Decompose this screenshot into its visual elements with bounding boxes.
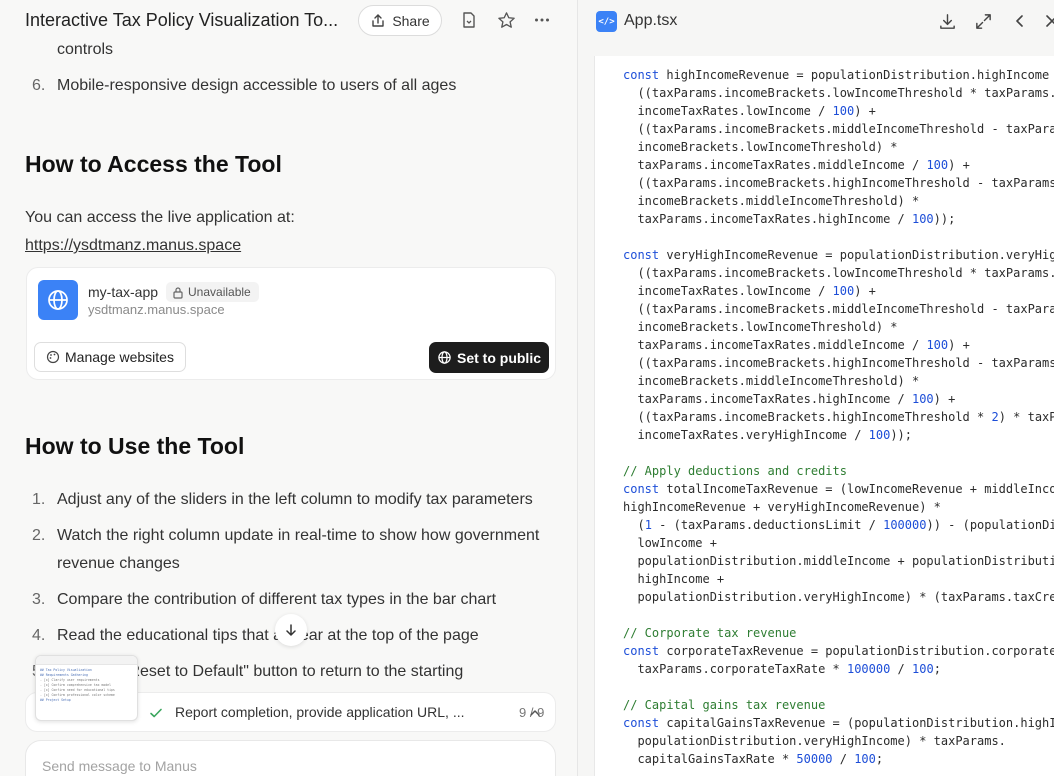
- code-line: ((taxParams.incomeBrackets.highIncomeThr…: [623, 410, 1054, 424]
- list-number: 6.: [32, 77, 46, 94]
- task-text: Report completion, provide application U…: [175, 704, 465, 720]
- expand-icon[interactable]: [974, 12, 993, 31]
- list-item: Mobile-responsive design accessible to u…: [57, 77, 457, 94]
- code-line: capitalGainsTaxRate * 50000 / 100;: [623, 752, 884, 766]
- code-line: const totalIncomeTaxRevenue = (lowIncome…: [623, 482, 1054, 496]
- code-line: const highIncomeRevenue = populationDist…: [623, 68, 1054, 82]
- code-line: incomeBrackets.lowIncomeThreshold) *: [623, 320, 898, 334]
- code-line: incomeBrackets.middleIncomeThreshold) *: [623, 194, 920, 208]
- list-number: 2.: [32, 527, 46, 544]
- code-line: taxParams.incomeTaxRates.highIncome / 10…: [623, 392, 956, 406]
- chat-panel: Interactive Tax Policy Visualization To.…: [0, 0, 577, 776]
- more-options-icon[interactable]: [532, 10, 552, 30]
- list-number: 1.: [32, 491, 46, 508]
- globe-icon: [438, 351, 451, 364]
- code-line: taxParams.incomeTaxRates.middleIncome / …: [623, 158, 970, 172]
- close-icon[interactable]: [1044, 13, 1054, 29]
- code-editor[interactable]: const highIncomeRevenue = populationDist…: [594, 56, 1054, 776]
- star-icon[interactable]: [496, 10, 516, 30]
- code-line: incomeBrackets.middleIncomeThreshold) *: [623, 374, 920, 388]
- set-to-public-button[interactable]: Set to public: [429, 342, 549, 373]
- palette-icon: [46, 350, 60, 364]
- file-name: App.tsx: [624, 12, 678, 29]
- status-badge: Unavailable: [166, 282, 259, 302]
- code-line: (1 - (taxParams.deductionsLimit / 100000…: [623, 518, 1054, 532]
- share-button[interactable]: Share: [358, 5, 442, 36]
- site-domain: ysdtmanz.manus.space: [88, 302, 225, 317]
- share-icon: [372, 13, 385, 27]
- manage-websites-button[interactable]: Manage websites: [34, 342, 186, 372]
- code-line: highIncomeRevenue + veryHighIncomeRevenu…: [623, 500, 941, 514]
- code-line: lowIncome +: [623, 536, 717, 550]
- file-reference-icon[interactable]: [459, 10, 479, 30]
- code-line: ((taxParams.incomeBrackets.highIncomeThr…: [623, 176, 1054, 190]
- code-line: taxParams.incomeTaxRates.middleIncome / …: [623, 338, 970, 352]
- message-composer: [25, 740, 556, 776]
- message-text: controls: [57, 41, 114, 58]
- public-label: Set to public: [457, 349, 541, 366]
- code-line: highIncome +: [623, 572, 725, 586]
- code-panel: </> App.tsx const highIncomeRevenue = po…: [577, 0, 1054, 776]
- status-label: Unavailable: [188, 285, 251, 299]
- code-line: taxParams.incomeTaxRates.highIncome / 10…: [623, 212, 956, 226]
- chat-header: Interactive Tax Policy Visualization To.…: [0, 0, 577, 42]
- scroll-to-bottom-button[interactable]: [275, 614, 307, 646]
- arrow-down-icon: [286, 624, 296, 636]
- code-line: const capitalGainsTaxRevenue = (populati…: [623, 716, 1054, 730]
- list-number: 3.: [32, 591, 46, 608]
- code-line: ((taxParams.incomeBrackets.lowIncomeThre…: [623, 266, 1054, 280]
- code-line: // Capital gains tax revenue: [623, 698, 826, 712]
- code-line: populationDistribution.veryHighIncome) *…: [623, 590, 1054, 604]
- code-content: const highIncomeRevenue = populationDist…: [623, 66, 1054, 768]
- code-line: const corporateTaxRevenue = populationDi…: [623, 644, 1054, 658]
- code-line: ((taxParams.incomeBrackets.middleIncomeT…: [623, 122, 1054, 136]
- thumbnail-line: ## Project Setup: [40, 698, 71, 702]
- code-line: ((taxParams.incomeBrackets.middleIncomeT…: [623, 302, 1054, 316]
- manage-label: Manage websites: [65, 349, 174, 365]
- access-text: You can access the live application at:: [25, 209, 295, 226]
- share-label: Share: [392, 12, 430, 29]
- code-line: populationDistribution.veryHighIncome) *…: [623, 734, 1006, 748]
- check-icon: [150, 708, 162, 718]
- website-card: my-tax-app Unavailable ysdtmanz.manus.sp…: [26, 267, 556, 380]
- code-line: incomeTaxRates.lowIncome / 100) +: [623, 284, 876, 298]
- list-item: Read the educational tips that appear at…: [57, 627, 479, 644]
- list-item-continued: revenue changes: [57, 555, 180, 572]
- code-line: ((taxParams.incomeBrackets.highIncomeThr…: [623, 356, 1054, 370]
- chat-title: Interactive Tax Policy Visualization To.…: [25, 10, 339, 30]
- site-name: my-tax-app: [88, 284, 159, 300]
- list-item: Adjust any of the sliders in the left co…: [57, 491, 533, 508]
- download-icon[interactable]: [938, 12, 957, 31]
- code-line: incomeBrackets.lowIncomeThreshold) *: [623, 140, 898, 154]
- code-file-icon: </>: [596, 11, 617, 32]
- code-line: const veryHighIncomeRevenue = population…: [623, 248, 1054, 262]
- app-url-link[interactable]: https://ysdtmanz.manus.space: [25, 237, 241, 255]
- lock-icon: [173, 286, 183, 299]
- use-heading: How to Use the Tool: [25, 433, 245, 459]
- globe-icon: [38, 280, 78, 320]
- code-panel-header: </> App.tsx: [578, 0, 1054, 44]
- code-line: populationDistribution.middleIncome + po…: [623, 554, 1054, 568]
- code-line: ((taxParams.incomeBrackets.lowIncomeThre…: [623, 86, 1054, 100]
- code-line: incomeTaxRates.veryHighIncome / 100));: [623, 428, 913, 442]
- chevron-left-icon[interactable]: [1012, 13, 1028, 29]
- list-item: Watch the right column update in real-ti…: [57, 527, 540, 544]
- code-line: taxParams.corporateTaxRate * 100000 / 10…: [623, 662, 941, 676]
- code-line: incomeTaxRates.lowIncome / 100) +: [623, 104, 876, 118]
- access-heading: How to Access the Tool: [25, 151, 282, 177]
- message-input[interactable]: [42, 755, 522, 776]
- list-item: Compare the contribution of different ta…: [57, 591, 497, 608]
- computer-preview-thumbnail[interactable]: ## Tax Policy Visualization ## Requireme…: [35, 655, 138, 721]
- code-line: // Apply deductions and credits: [623, 464, 847, 478]
- chevron-up-icon[interactable]: [528, 706, 542, 720]
- list-number: 4.: [32, 627, 46, 644]
- code-line: // Corporate tax revenue: [623, 626, 797, 640]
